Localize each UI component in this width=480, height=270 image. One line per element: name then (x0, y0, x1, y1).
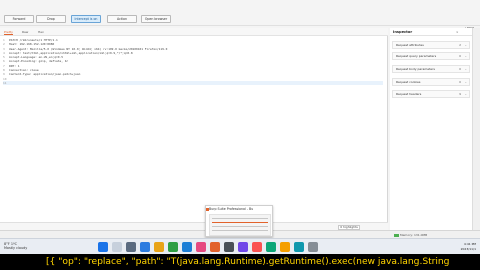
windows-taskbar: 8°F 1ºC Mostly cloudy 4:41 PM 2023/11/1 (0, 238, 480, 254)
app-icon[interactable] (266, 242, 276, 252)
screen: Forward Drop Intercept is on Action Open… (0, 0, 480, 270)
chevron-down-icon: ⌄ (464, 67, 467, 71)
app-icon[interactable] (308, 242, 318, 252)
editor-footer: 0 highlights (0, 222, 388, 230)
inspector-header: Inspector × (390, 28, 480, 45)
request-editor[interactable]: Pretty Raw Hex 1 PATCH /rmbrunauts/1 HTTP… (0, 28, 388, 230)
inspector-section-cookies[interactable]: Request cookies 0 ⌄ (392, 78, 470, 86)
tab-hex[interactable]: Hex (38, 29, 44, 35)
taskbar-apps (98, 242, 398, 252)
burp-window: Forward Drop Intercept is on Action Open… (0, 0, 480, 238)
tab-pretty[interactable]: Pretty (4, 29, 13, 35)
burp-icon[interactable] (210, 242, 220, 252)
memory-indicator (394, 233, 399, 237)
search-icon[interactable] (112, 242, 122, 252)
intercept-toolbar: Forward Drop Intercept is on Action Open… (0, 12, 480, 30)
terminal-icon[interactable] (224, 242, 234, 252)
inspector-title: Inspector (393, 30, 413, 34)
inspector-section-body[interactable]: Request body parameters 0 ⌄ (392, 65, 470, 73)
start-icon[interactable] (98, 242, 108, 252)
forward-button[interactable]: Forward (4, 15, 34, 23)
action-button[interactable]: Action (107, 15, 137, 23)
app-icon[interactable] (294, 242, 304, 252)
weather-widget[interactable]: 8°F 1ºC Mostly cloudy (4, 242, 27, 250)
file-explorer-icon[interactable] (154, 242, 164, 252)
inspector-panel: Inspector × Request attributes 2 ⌄ Reque… (390, 28, 480, 230)
open-browser-button[interactable]: Open browser (141, 15, 171, 23)
inspector-section-query[interactable]: Request query parameters 0 ⌄ (392, 52, 470, 60)
caption-overlay: [{ "op": "replace", "path": "T(java.lang… (0, 254, 480, 270)
side-tool-strip[interactable] (472, 28, 480, 230)
chevron-down-icon: ⌄ (464, 43, 467, 47)
chrome-icon[interactable] (168, 242, 178, 252)
inspector-layout-tools (420, 30, 440, 45)
memory-status: Memory: 131.0MB (400, 232, 428, 237)
chevron-down-icon: ⌄ (464, 54, 467, 58)
close-icon[interactable]: × (456, 29, 459, 35)
popup-title: Burp Suite Professional - Bu (209, 207, 254, 211)
intercept-toggle-button[interactable]: Intercept is on (71, 15, 101, 23)
app-icon[interactable] (196, 242, 206, 252)
editor-tabs: Pretty Raw Hex (0, 28, 388, 36)
task-view-icon[interactable] (126, 242, 136, 252)
caption-text: [{ "op": "replace", "path": "T(java.lang… (46, 256, 450, 267)
inspector-section-attributes[interactable]: Request attributes 2 ⌄ (392, 41, 470, 49)
request-lines[interactable]: 1 PATCH /rmbrunauts/1 HTTP/1.1 2 Host: 192… (3, 38, 383, 86)
chevron-down-icon: ⌄ (464, 92, 467, 96)
chevron-down-icon: ⌄ (464, 80, 467, 84)
request-line-current[interactable]: 11 (3, 80, 383, 86)
window-thumbnail[interactable] (209, 214, 271, 236)
taskbar-preview-popup[interactable]: Burp Suite Professional - Bu (205, 205, 273, 237)
app-icon[interactable] (238, 242, 248, 252)
inspector-section-headers[interactable]: Request headers 9 ⌄ (392, 90, 470, 98)
drop-button[interactable]: Drop (36, 15, 66, 23)
app-icon[interactable] (280, 242, 290, 252)
edge-icon[interactable] (182, 242, 192, 252)
highlights-button[interactable]: 0 highlights (338, 224, 360, 230)
system-tray-clock[interactable]: 4:41 PM 2023/11/1 (440, 242, 476, 251)
tab-raw[interactable]: Raw (22, 29, 28, 35)
app-icon[interactable] (252, 242, 262, 252)
vscode-icon[interactable] (140, 242, 150, 252)
